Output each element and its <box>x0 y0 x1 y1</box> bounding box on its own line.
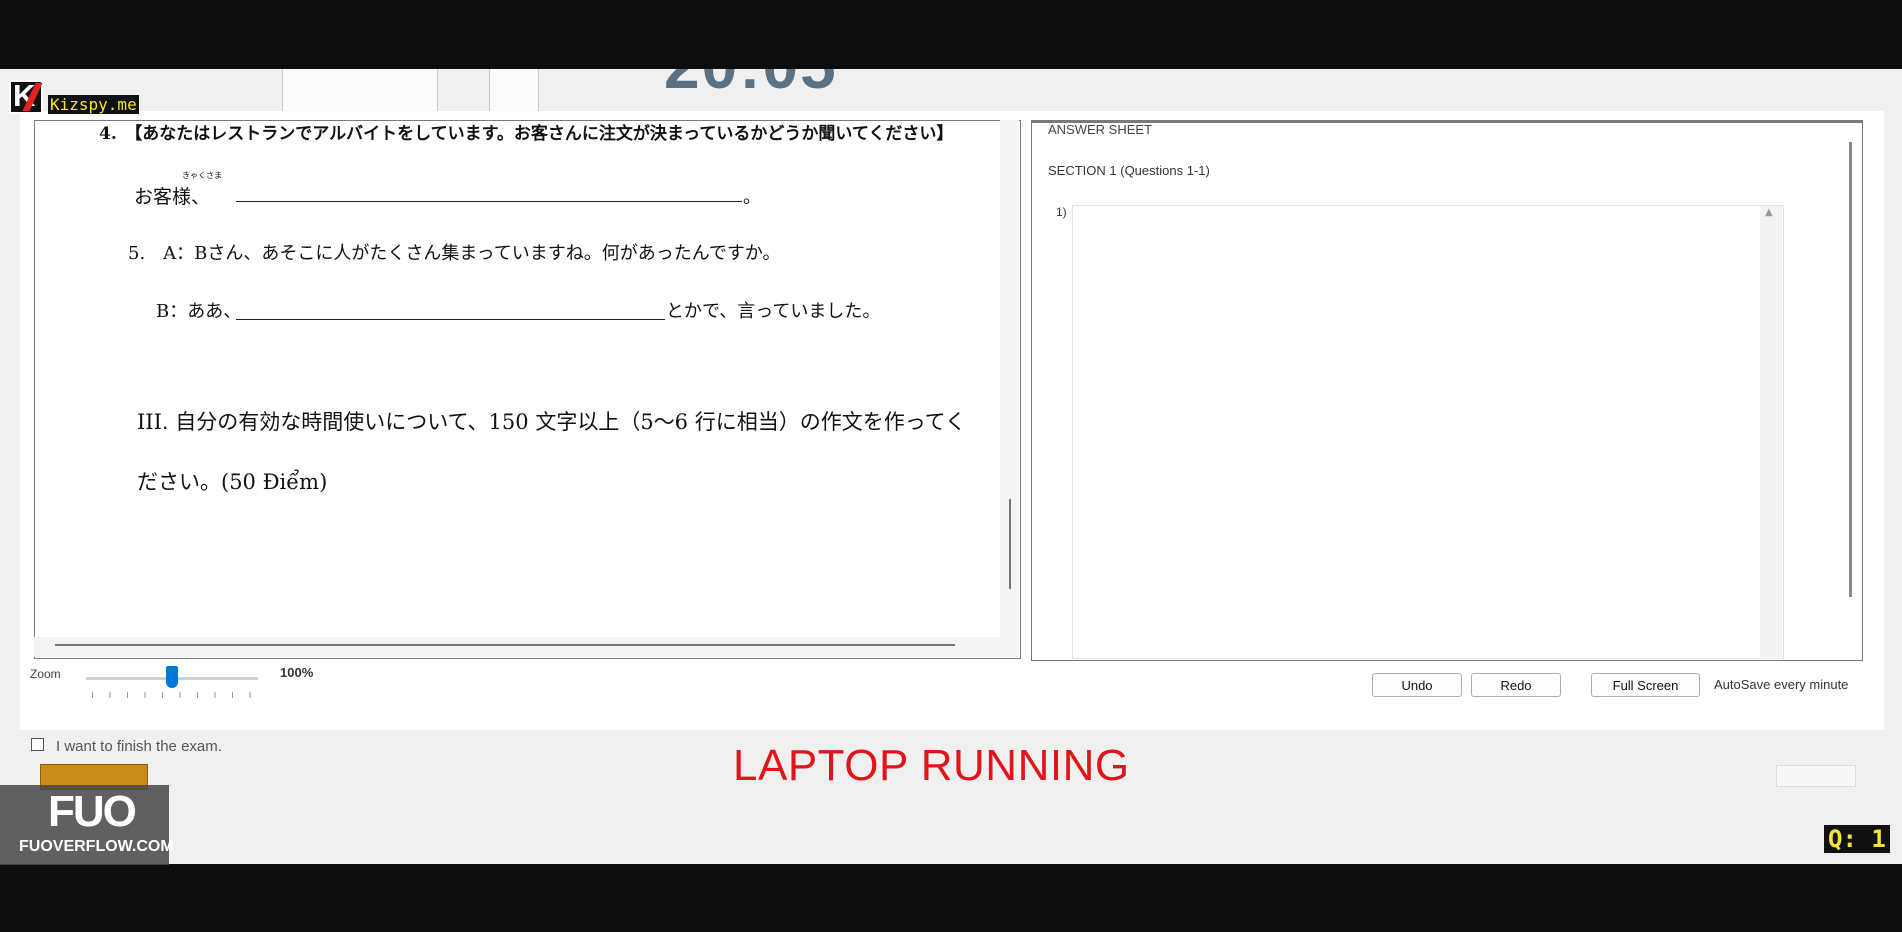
zoom-value: 100% <box>280 665 314 680</box>
answer-sheet-title: ANSWER SHEET <box>1048 122 1153 137</box>
question-5-b-tail: とかで、言っていました。 <box>666 301 881 322</box>
viewer-hscroll-thumb[interactable] <box>55 644 955 646</box>
full-screen-button[interactable]: Full Screen <box>1591 673 1700 697</box>
bottom-letterbox <box>0 864 1902 932</box>
zoom-label: Zoom <box>30 667 61 681</box>
laptop-running-banner: LAPTOP RUNNING <box>733 741 1130 790</box>
question-tag: Q: 1 <box>1824 825 1890 853</box>
section-3-prompt: III. 自分の有効な時間使いについて、150 文字以上（5～6 行に相当）の作… <box>137 410 967 434</box>
kizspy-watermark: Kizspy.me <box>48 95 139 114</box>
answer-section-label: SECTION 1 (Questions 1-1) <box>1048 163 1210 178</box>
fuo-logo: FUO <box>48 787 137 836</box>
exam-timer: 20:05 <box>664 69 838 103</box>
question-5-b: B：ああ、 <box>156 301 242 322</box>
question-4-end: 。 <box>743 187 761 208</box>
viewer-horizontal-scrollbar[interactable] <box>34 637 1019 657</box>
redo-button[interactable]: Redo <box>1471 673 1561 697</box>
question-4-ruby: きゃくさま <box>182 171 222 180</box>
zoom-ticks <box>92 692 252 698</box>
exam-window: 20:05 4. 【あなたはレストランでアルバイトをしています。お客さんに注文が… <box>0 69 1902 864</box>
answer-textarea[interactable] <box>1072 205 1784 659</box>
scroll-up-arrow-icon[interactable]: ▲ <box>1765 207 1773 218</box>
zoom-slider-thumb[interactable] <box>166 666 178 688</box>
answer-scrollbar[interactable] <box>1760 206 1782 657</box>
question-4-prefix: お客様、 <box>134 186 211 208</box>
question-5-a: 5. A：Bさん、あそこに人がたくさん集まっていますね。何があったんですか。 <box>128 243 781 264</box>
undo-button[interactable]: Undo <box>1372 673 1462 697</box>
finish-exam-label: I want to finish the exam. <box>56 738 222 755</box>
question-5-blank <box>236 319 665 320</box>
next-button[interactable] <box>1776 765 1856 787</box>
viewer-scroll-thumb[interactable] <box>1009 499 1011 589</box>
question-4-text: 4. 【あなたはレストランでアルバイトをしています。お客さんに注文が決まっている… <box>99 124 954 144</box>
autosave-text: AutoSave every minute <box>1714 677 1849 692</box>
question-4-blank <box>236 201 742 202</box>
answer-number: 1) <box>1056 205 1067 219</box>
answer-sheet-scroll-thumb[interactable] <box>1849 142 1852 597</box>
finish-exam-checkbox[interactable] <box>31 738 44 751</box>
fuo-site: FUOVERFLOW.COM <box>19 838 174 855</box>
section-3-prompt-cont: ださい。(50 Điểm) <box>137 470 328 494</box>
top-letterbox <box>0 0 1902 69</box>
